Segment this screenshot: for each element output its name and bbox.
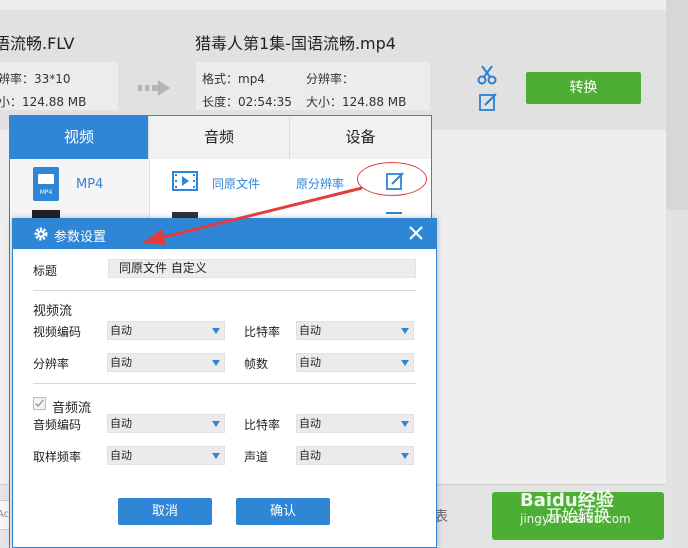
video-bitrate-label: 比特率: [244, 325, 281, 339]
channel-value: 自动: [299, 449, 321, 462]
gear-icon: [34, 227, 48, 241]
sample-rate-value: 自动: [110, 449, 132, 462]
sample-rate-select[interactable]: 自动: [107, 446, 225, 465]
tab-video[interactable]: 视频: [10, 116, 149, 159]
channel-select[interactable]: 自动: [296, 446, 414, 465]
audio-bitrate-value: 自动: [299, 417, 321, 430]
dropdown-arrow-icon: [212, 328, 220, 334]
audio-codec-label: 音频编码: [33, 418, 82, 432]
sample-rate-label: 取样频率: [33, 450, 82, 464]
convert-arrow-icon: [138, 80, 170, 96]
target-size: 大小：124.88 MB: [306, 95, 407, 109]
cancel-button[interactable]: 取消: [118, 498, 212, 525]
close-icon[interactable]: [407, 224, 425, 242]
video-codec-label: 视频编码: [33, 325, 82, 339]
dropdown-arrow-icon: [212, 421, 220, 427]
audio-codec-select[interactable]: 自动: [107, 414, 225, 433]
confirm-button[interactable]: 确认: [236, 498, 330, 525]
source-file-name: 语流畅.FLV: [0, 34, 75, 53]
video-codec-select[interactable]: 自动: [107, 321, 225, 340]
edit-icon[interactable]: [478, 92, 498, 112]
watermark-url: jingyan.baidu.com: [520, 512, 631, 526]
source-size: 小：124.88 MB: [0, 95, 87, 109]
target-format: 格式：mp4: [202, 72, 265, 86]
watermark-brand: Baidu经验: [520, 490, 614, 511]
video-bitrate-value: 自动: [299, 324, 321, 337]
target-file-name: 猎毒人第1集-国语流畅.mp4: [195, 34, 396, 53]
title-input[interactable]: 同原文件 自定义: [108, 259, 416, 278]
resolution-value: 自动: [110, 356, 132, 369]
dialog-title: 参数设置: [54, 230, 107, 245]
audio-bitrate-select[interactable]: 自动: [296, 414, 414, 433]
dropdown-arrow-icon: [212, 453, 220, 459]
video-bitrate-select[interactable]: 自动: [296, 321, 414, 340]
scissors-icon[interactable]: [476, 64, 498, 86]
dropdown-arrow-icon: [401, 421, 409, 427]
target-duration: 长度：02:54:35: [202, 95, 292, 109]
title-label: 标题: [33, 264, 58, 278]
watermark: Baidu经验 jingyan.baidu.com: [520, 486, 670, 536]
dropdown-arrow-icon: [212, 360, 220, 366]
fps-label: 帧数: [244, 357, 269, 371]
video-section-heading: 视频流: [33, 304, 73, 319]
fps-value: 自动: [299, 356, 321, 369]
fps-select[interactable]: 自动: [296, 353, 414, 372]
source-resolution: 辨率：33*10: [0, 72, 71, 86]
audio-section-heading: 音频流: [52, 401, 92, 416]
audio-bitrate-label: 比特率: [244, 418, 281, 432]
check-icon: [35, 399, 44, 408]
tab-device[interactable]: 设备: [290, 116, 431, 159]
mp4-file-icon-text: MP4: [39, 189, 53, 196]
divider: [33, 290, 416, 291]
annotation-arrow: [142, 186, 363, 245]
divider: [33, 383, 416, 384]
mp4-file-icon-screen: [38, 174, 54, 184]
audio-codec-value: 自动: [110, 417, 132, 430]
dropdown-arrow-icon: [401, 360, 409, 366]
dropdown-arrow-icon: [401, 328, 409, 334]
tab-audio[interactable]: 音频: [149, 116, 290, 159]
channel-label: 声道: [244, 450, 269, 464]
format-tabs: 视频 音频 设备: [10, 116, 431, 159]
target-resolution: 分辨率：: [306, 72, 355, 86]
convert-button[interactable]: 转换: [526, 72, 641, 104]
mp4-file-icon: MP4: [33, 167, 59, 201]
resolution-label: 分辨率: [33, 357, 70, 371]
dropdown-arrow-icon: [401, 453, 409, 459]
video-codec-value: 自动: [110, 324, 132, 337]
resolution-select[interactable]: 自动: [107, 353, 225, 372]
format-item-mp4-label: MP4: [76, 177, 104, 192]
audio-enable-checkbox[interactable]: [33, 397, 46, 410]
